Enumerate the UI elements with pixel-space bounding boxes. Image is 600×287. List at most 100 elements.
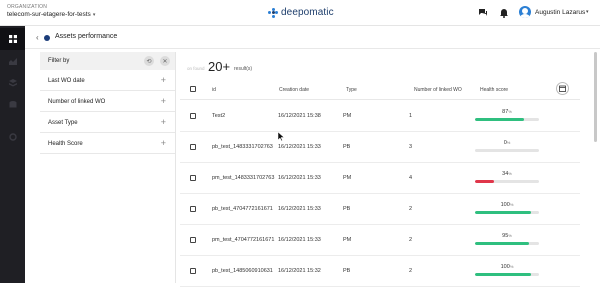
database-icon xyxy=(9,101,16,108)
cell-id[interactable]: pb_test_1483331702763 xyxy=(212,144,280,150)
cell-linked-wo: 1 xyxy=(409,113,413,119)
user-avatar-icon[interactable] xyxy=(519,6,531,18)
cell-linked-wo: 2 xyxy=(409,268,413,274)
filter-title: Filter by xyxy=(48,58,70,64)
health-score-fill xyxy=(475,242,529,245)
user-name[interactable]: Augustin Lazarus xyxy=(535,9,585,16)
mouse-cursor-icon xyxy=(278,132,284,141)
column-type[interactable]: Type xyxy=(346,87,357,93)
column-creation-date[interactable]: Creation date xyxy=(279,87,309,93)
column-linked-wo[interactable]: Number of linked WO xyxy=(414,87,462,93)
plus-icon[interactable]: + xyxy=(161,96,166,106)
org-label: ORGANIZATION xyxy=(7,4,48,10)
layers-icon xyxy=(8,79,17,87)
health-score-value: 87% xyxy=(475,109,539,115)
filter-label: Asset Type xyxy=(48,120,78,126)
cell-type: PB xyxy=(343,144,351,150)
row-checkbox[interactable] xyxy=(190,237,196,243)
cell-linked-wo: 2 xyxy=(409,206,413,212)
cell-id[interactable]: pm_test_4704772161671 xyxy=(212,237,280,243)
page-title: Assets performance xyxy=(55,33,118,40)
cell-linked-wo: 4 xyxy=(409,175,413,181)
row-checkbox[interactable] xyxy=(190,268,196,274)
scrollbar[interactable] xyxy=(594,52,597,142)
filter-asset-type[interactable]: Asset Type + xyxy=(40,112,175,133)
cell-id[interactable]: pm_test_1483331702763 xyxy=(212,175,280,181)
cell-creation-date: 16/12/2021 15:33 xyxy=(278,144,321,150)
health-score-value: 0% xyxy=(475,140,539,146)
cell-id[interactable]: Test2 xyxy=(212,113,280,119)
table-row[interactable]: pb_test_1483331702763 16/12/2021 15:33 PB 3… xyxy=(180,132,580,163)
assets-table-area: on found 20+ result(s) id Creation date … xyxy=(180,52,580,287)
table-header: id Creation date Type Number of linked W… xyxy=(180,80,580,100)
filter-health-score[interactable]: Health Score + xyxy=(40,133,175,154)
reset-filters-icon[interactable]: ⟲ xyxy=(144,56,154,66)
table-row[interactable]: pb_test_4704772161671 16/12/2021 15:33 PB 2… xyxy=(180,194,580,225)
filter-last-wo-date[interactable]: Last WO date + xyxy=(40,70,175,91)
table-row[interactable]: pm_test_4704772161671 16/12/2021 15:33 PM 2… xyxy=(180,225,580,256)
score-unit: % xyxy=(508,109,512,114)
close-icon[interactable]: ✕ xyxy=(160,56,170,66)
cell-id[interactable]: pb_test_1485060910631 xyxy=(212,268,280,274)
logo-text: deepomatic xyxy=(281,7,334,18)
filter-label: Last WO date xyxy=(48,78,85,84)
chat-icon[interactable] xyxy=(478,8,488,18)
left-rail xyxy=(0,26,25,283)
health-score-bar xyxy=(475,118,539,121)
results-muted-label: on found xyxy=(187,66,205,71)
rail-item-dashboard[interactable] xyxy=(0,28,25,50)
chart-icon xyxy=(8,58,17,65)
rail-item-layers[interactable] xyxy=(0,72,25,94)
health-score-bar xyxy=(475,242,539,245)
row-checkbox[interactable] xyxy=(190,206,196,212)
filter-label: Number of linked WO xyxy=(48,99,106,105)
health-score-value: 100% xyxy=(475,202,539,208)
cell-creation-date: 16/12/2021 15:32 xyxy=(278,268,321,274)
filter-linked-wo[interactable]: Number of linked WO + xyxy=(40,91,175,112)
cell-type: PM xyxy=(343,237,352,243)
score-number: 100 xyxy=(500,264,510,270)
score-number: 100 xyxy=(500,202,510,208)
bell-icon[interactable] xyxy=(499,8,509,18)
org-selector[interactable]: telecom-sur-etagere-for-tests ▾ xyxy=(7,11,95,18)
row-checkbox[interactable] xyxy=(190,113,196,119)
back-chevron-icon[interactable]: ‹ xyxy=(36,33,39,42)
chevron-down-icon[interactable]: ▾ xyxy=(586,9,589,15)
health-score-fill xyxy=(475,180,495,183)
select-all-checkbox[interactable] xyxy=(190,86,196,92)
plus-icon[interactable]: + xyxy=(161,138,166,148)
row-checkbox[interactable] xyxy=(190,144,196,150)
health-score-value: 34% xyxy=(475,171,539,177)
chevron-down-icon: ▾ xyxy=(92,12,96,18)
row-checkbox[interactable] xyxy=(190,175,196,181)
rail-item-chart[interactable] xyxy=(0,50,25,72)
cell-type: PB xyxy=(343,206,351,212)
filter-panel: Filter by ⟲ ✕ Last WO date + Number of l… xyxy=(40,52,176,283)
table-row[interactable]: Test2 16/12/2021 15:38 PM 1 87% xyxy=(180,101,580,132)
filter-header: Filter by ⟲ ✕ xyxy=(40,52,175,70)
health-score-bar xyxy=(475,273,539,276)
cell-creation-date: 16/12/2021 15:38 xyxy=(278,113,321,119)
cell-id[interactable]: pb_test_4704772161671 xyxy=(212,206,280,212)
health-score-fill xyxy=(475,118,524,121)
column-health-score[interactable]: Health score xyxy=(480,87,508,93)
logo: deepomatic xyxy=(268,6,334,19)
health-score-bar xyxy=(475,211,539,214)
calendar-icon[interactable] xyxy=(556,82,569,95)
rail-item-settings[interactable] xyxy=(0,126,25,148)
cell-creation-date: 16/12/2021 15:33 xyxy=(278,175,321,181)
results-unit: result(s) xyxy=(234,66,253,72)
health-score-fill xyxy=(475,211,532,214)
plus-icon[interactable]: + xyxy=(161,75,166,85)
filter-label: Health Score xyxy=(48,141,83,147)
cell-type: PM xyxy=(343,113,352,119)
table-row[interactable]: pb_test_1485060910631 16/12/2021 15:32 PB 2… xyxy=(180,256,580,287)
table-row[interactable]: pm_test_1483331702763 16/12/2021 15:33 PM 4… xyxy=(180,163,580,194)
plus-icon[interactable]: + xyxy=(161,117,166,127)
page-header: ‹ Assets performance xyxy=(25,26,600,49)
score-unit: % xyxy=(508,171,512,176)
settings-icon xyxy=(8,133,17,141)
rail-item-database[interactable] xyxy=(0,94,25,116)
column-id[interactable]: id xyxy=(212,87,216,93)
score-unit: % xyxy=(509,202,514,207)
